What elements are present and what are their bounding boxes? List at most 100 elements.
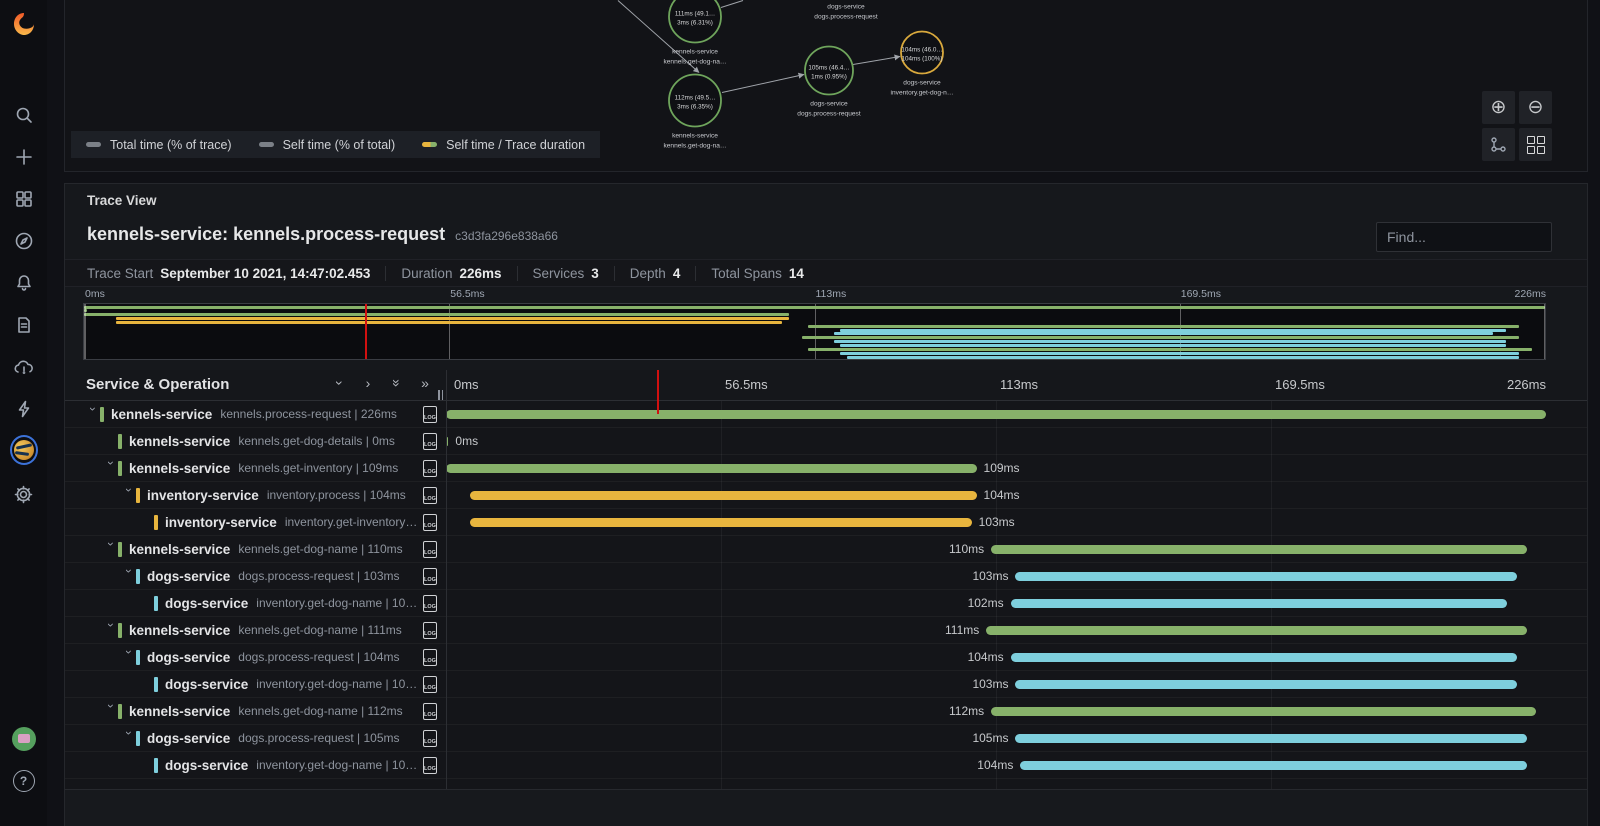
cloud-alert-icon[interactable] <box>10 354 38 382</box>
log-icon[interactable]: LOG <box>423 487 437 504</box>
node-operation-label: dogs.process-request <box>814 14 878 21</box>
minimap-span-bar <box>808 325 1519 328</box>
log-icon[interactable]: LOG <box>423 622 437 639</box>
span-bar[interactable] <box>991 707 1536 716</box>
span-row[interactable]: ›dogs-servicedogs.process-request | 105m… <box>65 725 1587 752</box>
help-icon[interactable]: ? <box>10 767 38 795</box>
log-icon[interactable]: LOG <box>423 595 437 612</box>
minimap-right-handle[interactable] <box>1544 304 1546 359</box>
graph-edge <box>722 75 804 93</box>
minimap-axis: 0ms56.5ms113ms169.5ms226ms <box>83 288 1546 301</box>
grafana-logo[interactable] <box>10 10 38 38</box>
search-icon[interactable] <box>10 101 38 129</box>
log-icon[interactable]: LOG <box>423 757 437 774</box>
span-bar[interactable] <box>1020 761 1526 770</box>
traces-globe-icon[interactable] <box>10 436 38 464</box>
chevron-down-icon[interactable]: › <box>104 542 118 556</box>
span-bar[interactable] <box>1015 680 1516 689</box>
bolt-icon[interactable] <box>10 395 38 423</box>
panel-title: Trace View <box>87 193 157 208</box>
span-row[interactable]: dogs-serviceinventory.get-dog-name | 10…… <box>65 752 1587 779</box>
log-icon[interactable]: LOG <box>423 460 437 477</box>
collapse-all-icon[interactable]: » <box>389 374 405 392</box>
explore-compass-icon[interactable] <box>10 227 38 255</box>
span-bar[interactable] <box>991 545 1526 554</box>
avatar[interactable] <box>10 725 38 753</box>
timeline-minimap[interactable] <box>83 303 1546 360</box>
span-bar[interactable] <box>1015 572 1516 581</box>
span-name-cell: dogs-serviceinventory.get-dog-name | 10… <box>65 671 521 697</box>
layout-button[interactable] <box>1482 128 1515 161</box>
span-name-cell: ›kennels-servicekennels.get-dog-name | 1… <box>65 698 485 724</box>
span-duration-label: 111ms <box>945 623 979 637</box>
collapse-one-icon[interactable]: › <box>332 374 348 392</box>
span-bar[interactable] <box>446 410 1546 419</box>
span-row[interactable]: ›inventory-serviceinventory.process | 10… <box>65 482 1587 509</box>
expand-one-icon[interactable]: › <box>359 375 377 391</box>
chevron-down-icon[interactable]: › <box>122 488 136 502</box>
log-icon[interactable]: LOG <box>423 406 437 423</box>
span-row[interactable]: dogs-serviceinventory.get-dog-name | 10…… <box>65 590 1587 617</box>
span-bar[interactable] <box>446 464 977 473</box>
trace-title: kennels-service: kennels.process-request… <box>87 224 558 245</box>
span-color-indicator <box>136 731 140 746</box>
span-row[interactable]: ›dogs-servicedogs.process-request | 103m… <box>65 563 1587 590</box>
log-icon[interactable]: LOG <box>423 514 437 531</box>
span-row[interactable]: ›kennels-servicekennels.get-dog-name | 1… <box>65 617 1587 644</box>
span-operation: inventory.get-inventory… <box>285 515 418 529</box>
node-graph-legend: Total time (% of trace) Self time (% of … <box>71 131 600 158</box>
span-row[interactable]: dogs-serviceinventory.get-dog-name | 10…… <box>65 671 1587 698</box>
settings-gear-icon[interactable] <box>10 480 38 508</box>
span-table-header: Service & Operation › › » » 0ms56.5ms113… <box>65 370 1587 401</box>
log-icon[interactable]: LOG <box>423 649 437 666</box>
span-row[interactable]: ›kennels-servicekennels.get-inventory | … <box>65 455 1587 482</box>
chevron-down-icon[interactable]: › <box>104 704 118 718</box>
span-row[interactable]: ›kennels-servicekennels.process-request … <box>65 401 1587 428</box>
chevron-down-icon[interactable]: › <box>122 569 136 583</box>
chevron-down-icon[interactable]: › <box>104 461 118 475</box>
column-resize-grip[interactable] <box>438 390 446 400</box>
trace-title-text: kennels-service: kennels.process-request <box>87 224 445 244</box>
chevron-down-icon[interactable]: › <box>122 650 136 664</box>
expand-all-icon[interactable]: » <box>416 375 434 391</box>
span-duration-label: 102ms <box>968 596 1004 610</box>
span-service-name: kennels-service <box>129 704 230 719</box>
log-icon[interactable]: LOG <box>423 676 437 693</box>
span-row[interactable]: ›dogs-servicedogs.process-request | 104m… <box>65 644 1587 671</box>
span-row[interactable]: ›kennels-servicekennels.get-dog-name | 1… <box>65 698 1587 725</box>
document-icon[interactable] <box>10 311 38 339</box>
find-input[interactable] <box>1376 222 1552 252</box>
span-bar[interactable] <box>470 518 971 527</box>
active-ring <box>10 435 38 465</box>
span-duration-label: 103ms <box>979 515 1015 529</box>
zoom-out-button[interactable]: ⊖ <box>1519 91 1552 124</box>
chevron-down-icon[interactable]: › <box>122 731 136 745</box>
chevron-down-icon[interactable]: › <box>104 623 118 637</box>
span-color-indicator <box>136 488 140 503</box>
span-duration-label: 103ms <box>972 569 1008 583</box>
span-service-name: dogs-service <box>147 569 230 584</box>
chevron-down-icon[interactable]: › <box>86 407 100 421</box>
span-bar[interactable] <box>1015 734 1526 743</box>
column-divider[interactable] <box>446 370 447 789</box>
zoom-in-button[interactable]: ⊕ <box>1482 91 1515 124</box>
span-bar[interactable] <box>470 491 976 500</box>
span-bar[interactable] <box>1011 653 1517 662</box>
grid-view-button[interactable] <box>1519 128 1552 161</box>
plus-icon[interactable] <box>10 143 38 171</box>
log-icon[interactable]: LOG <box>423 568 437 585</box>
log-icon[interactable]: LOG <box>423 703 437 720</box>
span-bar[interactable] <box>1011 599 1507 608</box>
minimap-left-handle[interactable] <box>84 304 86 359</box>
span-row[interactable]: kennels-servicekennels.get-dog-details |… <box>65 428 1587 455</box>
log-icon[interactable]: LOG <box>423 433 437 450</box>
span-service-name: inventory-service <box>165 515 277 530</box>
dashboards-icon[interactable] <box>10 185 38 213</box>
log-icon[interactable]: LOG <box>423 541 437 558</box>
log-icon[interactable]: LOG <box>423 730 437 747</box>
span-row[interactable]: inventory-service inventory.get-inventory… <box>65 509 1587 536</box>
alerting-bell-icon[interactable] <box>10 269 38 297</box>
span-row[interactable]: ›kennels-servicekennels.get-dog-name | 1… <box>65 536 1587 563</box>
span-duration-label: 104ms <box>968 650 1004 664</box>
span-bar[interactable] <box>986 626 1526 635</box>
